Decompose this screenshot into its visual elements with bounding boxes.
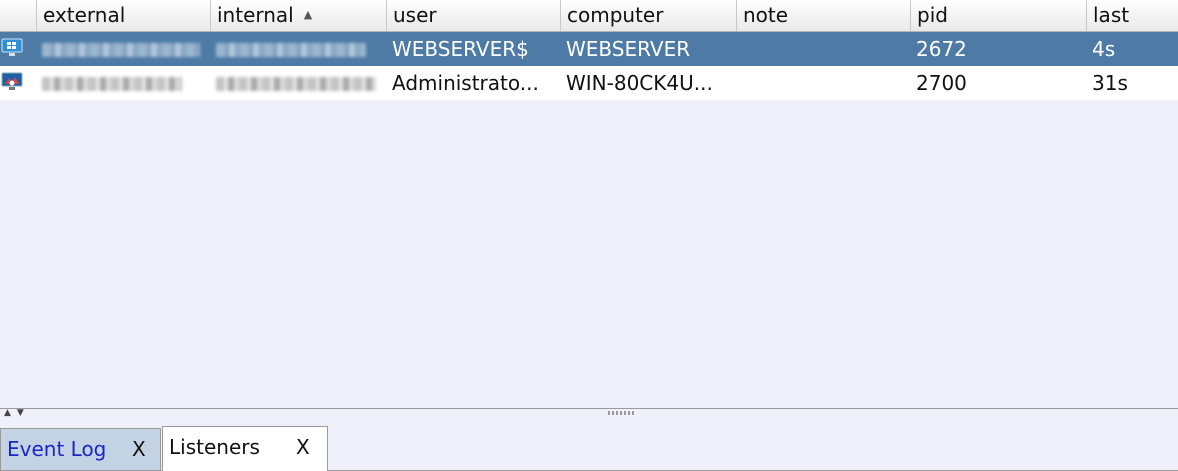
column-header-internal[interactable]: internal ▲: [210, 0, 386, 31]
column-header-label: internal: [217, 3, 294, 27]
column-header-pid[interactable]: pid: [910, 0, 1086, 31]
pid-cell: 2700: [916, 71, 967, 95]
splitter-grip-icon[interactable]: [608, 411, 634, 415]
tab-listeners[interactable]: Listeners X: [162, 426, 328, 471]
internal-ip-cell: [210, 32, 386, 66]
user-cell: WEBSERVER$: [392, 37, 529, 61]
tab-label: Listeners: [169, 435, 260, 459]
column-header-label: user: [393, 3, 437, 27]
admin-session-icon: [0, 66, 36, 100]
close-tab-button[interactable]: X: [132, 429, 146, 469]
computer-cell: WEBSERVER: [566, 37, 691, 61]
column-header-external[interactable]: external: [36, 0, 210, 31]
external-ip-cell: [36, 66, 210, 100]
computer-cell: WIN-80CK4U...: [566, 71, 713, 95]
column-header-last[interactable]: last: [1086, 0, 1178, 31]
column-header-computer[interactable]: computer: [560, 0, 736, 31]
column-header-label: last: [1093, 3, 1130, 27]
column-header-label: pid: [917, 3, 948, 27]
tab-event-log[interactable]: Event Log X: [0, 428, 161, 470]
table-row[interactable]: Administrato... WIN-80CK4U... 2700 31s: [0, 66, 1178, 100]
column-header-note[interactable]: note: [736, 0, 910, 31]
tab-bar: Event Log X Listeners X: [0, 421, 1178, 471]
pane-splitter[interactable]: ▲▼: [0, 408, 1178, 421]
column-header-label: external: [43, 3, 126, 27]
close-tab-button[interactable]: X: [296, 427, 310, 467]
table-header: external internal ▲ user computer note pi…: [0, 0, 1178, 32]
column-header-icon[interactable]: [0, 0, 36, 31]
sort-ascending-icon: ▲: [303, 8, 313, 21]
note-cell: [736, 66, 910, 100]
last-cell: 31s: [1092, 71, 1128, 95]
column-header-user[interactable]: user: [386, 0, 560, 31]
user-cell: Administrato...: [392, 71, 539, 95]
note-cell: [736, 32, 910, 66]
collapse-arrows-icon[interactable]: ▲▼: [4, 408, 30, 418]
last-cell: 4s: [1092, 37, 1116, 61]
column-header-label: note: [743, 3, 789, 27]
table-row[interactable]: WEBSERVER$ WEBSERVER 2672 4s: [0, 32, 1178, 66]
external-ip-cell: [36, 32, 210, 66]
internal-ip-cell: [210, 66, 386, 100]
tab-label: Event Log: [7, 437, 107, 461]
column-header-label: computer: [567, 3, 664, 27]
pid-cell: 2672: [916, 37, 967, 61]
windows-session-icon: [0, 32, 36, 66]
